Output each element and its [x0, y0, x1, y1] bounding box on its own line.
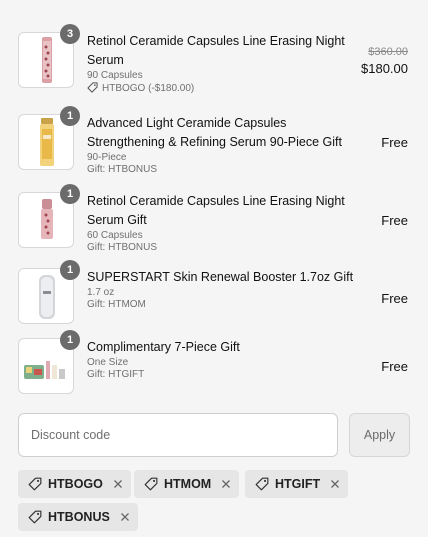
item-title: Retinol Ceramide Capsules Line Erasing N…: [87, 32, 357, 70]
item-variant: 60 Capsules: [87, 230, 143, 241]
line-item: 3 Retinol Ceramide Capsules Line Erasing…: [18, 24, 412, 98]
item-title-line: SUPERSTART Skin Renewal Booster 1.7oz Gi…: [87, 270, 354, 284]
discount-chip: HTGIFT: [245, 470, 349, 498]
line-item: 1 Advanced Light Ceramide Capsules Stren…: [18, 106, 412, 180]
final-price: Free: [381, 291, 408, 306]
final-price: Free: [381, 213, 408, 228]
item-title-line: Serum: [87, 53, 124, 67]
compare-at-price: $360.00: [368, 46, 408, 58]
item-discount-code: HTBOGO (-$180.00): [102, 83, 195, 94]
item-title-line: Retinol Ceramide Capsules Line Erasing N…: [87, 34, 345, 48]
item-title: Retinol Ceramide Capsules Line Erasing N…: [87, 192, 357, 230]
tag-icon: [87, 82, 98, 97]
item-gift: Gift: HTGIFT: [87, 369, 145, 380]
item-variant: One Size: [87, 357, 129, 368]
discount-chip: HTBONUS: [18, 503, 138, 531]
item-price: Free: [381, 358, 408, 376]
discount-chip-code: HTGIFT: [275, 477, 321, 491]
quantity-badge: 3: [60, 24, 80, 44]
item-discount: HTBOGO (-$180.00): [87, 82, 357, 97]
item-variant: 1.7 oz: [87, 287, 115, 298]
quantity-badge: 1: [60, 330, 80, 350]
item-price: Free: [381, 134, 408, 152]
item-title: Complimentary 7-Piece Gift: [87, 338, 357, 357]
item-variant: 90 Capsules: [87, 70, 143, 81]
item-details: SUPERSTART Skin Renewal Booster 1.7oz Gi…: [87, 268, 357, 311]
discount-chip: HTBOGO: [18, 470, 131, 498]
item-title: Advanced Light Ceramide Capsules Strengt…: [87, 114, 357, 152]
discount-chip-code: HTBOGO: [48, 477, 103, 491]
close-icon[interactable]: [221, 479, 231, 489]
discount-chip: HTMOM: [134, 470, 240, 498]
item-price: Free: [381, 290, 408, 308]
item-gift: Gift: HTBONUS: [87, 164, 158, 175]
close-icon[interactable]: [330, 479, 340, 489]
item-details: Retinol Ceramide Capsules Line Erasing N…: [87, 192, 357, 254]
discount-chip-code: HTMOM: [164, 477, 212, 491]
item-title: SUPERSTART Skin Renewal Booster 1.7oz Gi…: [87, 268, 357, 287]
item-title-line: Strengthening & Refining Serum 90-Piece …: [87, 135, 342, 149]
final-price: $180.00: [361, 61, 408, 76]
item-details: Retinol Ceramide Capsules Line Erasing N…: [87, 32, 357, 97]
item-price: Free: [381, 212, 408, 230]
quantity-badge: 1: [60, 184, 80, 204]
line-item: 1 Complimentary 7-Piece Gift One Size Gi…: [18, 330, 412, 394]
item-details: Advanced Light Ceramide Capsules Strengt…: [87, 114, 357, 176]
tag-icon: [28, 477, 42, 491]
item-title-line: Serum Gift: [87, 213, 147, 227]
item-title-line: Complimentary 7-Piece Gift: [87, 340, 240, 354]
item-variant: 90-Piece: [87, 152, 127, 163]
item-gift: Gift: HTMOM: [87, 299, 146, 310]
item-title-line: Advanced Light Ceramide Capsules: [87, 116, 287, 130]
tag-icon: [28, 510, 42, 524]
line-item: 1 Retinol Ceramide Capsules Line Erasing…: [18, 184, 412, 258]
line-item: 1 SUPERSTART Skin Renewal Booster 1.7oz …: [18, 260, 412, 324]
final-price: Free: [381, 135, 408, 150]
quantity-badge: 1: [60, 106, 80, 126]
close-icon[interactable]: [120, 512, 130, 522]
apply-button[interactable]: Apply: [349, 413, 410, 457]
item-title-line: Retinol Ceramide Capsules Line Erasing N…: [87, 194, 345, 208]
item-price: $360.00 $180.00: [361, 44, 408, 78]
item-details: Complimentary 7-Piece Gift One Size Gift…: [87, 338, 357, 381]
tag-icon: [144, 477, 158, 491]
item-gift: Gift: HTBONUS: [87, 242, 158, 253]
final-price: Free: [381, 359, 408, 374]
quantity-badge: 1: [60, 260, 80, 280]
discount-code-input[interactable]: [18, 413, 338, 457]
tag-icon: [255, 477, 269, 491]
close-icon[interactable]: [113, 479, 123, 489]
discount-chip-code: HTBONUS: [48, 510, 110, 524]
